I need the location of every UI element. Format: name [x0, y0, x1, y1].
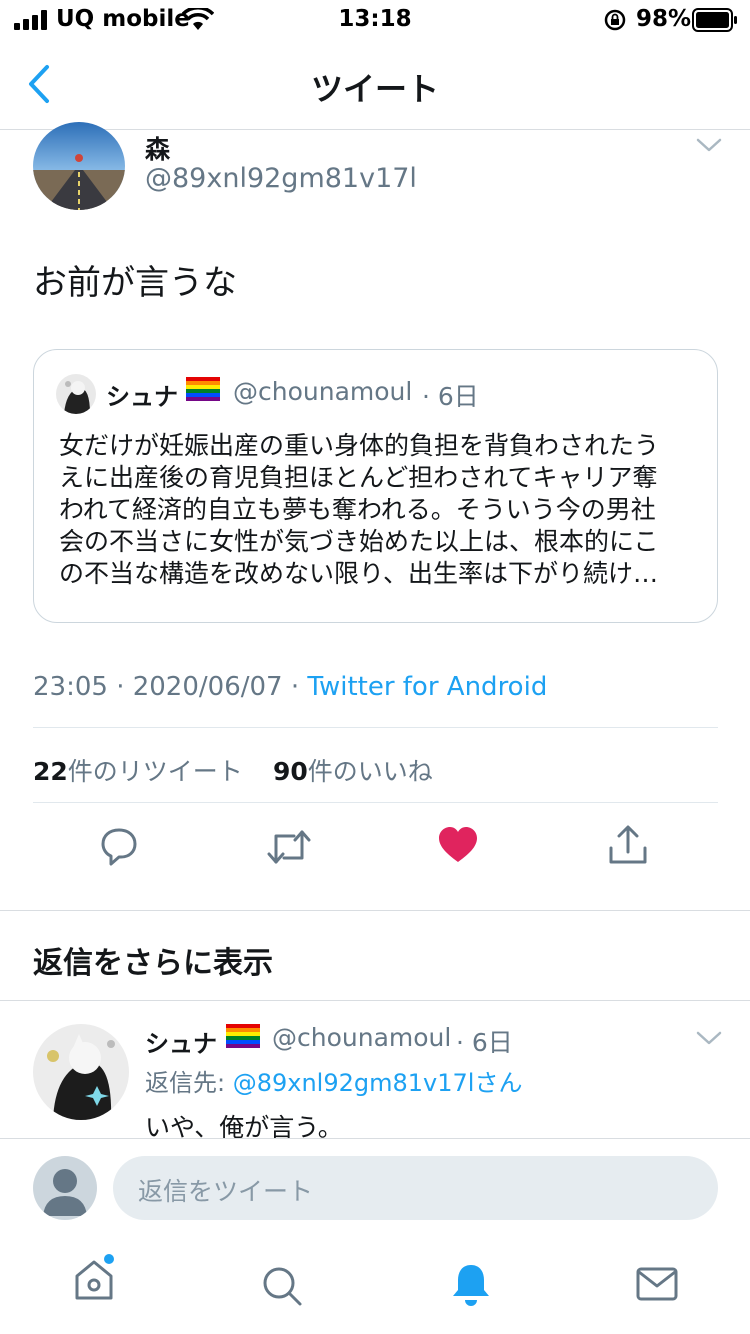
- reply-author-avatar[interactable]: [33, 1024, 129, 1120]
- reply-time: · 6日: [456, 1028, 513, 1057]
- retweet-count: 22: [33, 757, 68, 786]
- battery-percent: 98%: [636, 6, 692, 32]
- rotation-lock-icon: [604, 9, 626, 31]
- reply-tweet-input[interactable]: 返信をツイート: [113, 1156, 718, 1220]
- reply-author-name[interactable]: シュナ: [145, 1024, 217, 1059]
- search-icon[interactable]: [260, 1264, 304, 1308]
- tweet-source-link[interactable]: Twitter for Android: [307, 672, 547, 702]
- quoted-line-2: えに出産後の育児負担ほとんど担わされてキャリア奪: [59, 463, 658, 492]
- section-divider: [0, 910, 750, 911]
- divider: [33, 727, 718, 728]
- reply-input-placeholder: 返信をツイート: [138, 1177, 314, 1206]
- tweet-meta: 23:05 · 2020/06/07 · Twitter for Android: [33, 672, 547, 702]
- page-title: ツイート: [310, 70, 439, 108]
- author-handle[interactable]: @89xnl92gm81v17l: [145, 163, 417, 194]
- author-avatar[interactable]: [33, 122, 125, 210]
- like-stat[interactable]: 90件のいいね: [273, 757, 433, 786]
- tweet-timestamp: 23:05 · 2020/06/07 ·: [33, 672, 308, 702]
- home-icon[interactable]: [72, 1252, 116, 1304]
- quoted-tweet-time: · 6日: [422, 382, 479, 411]
- quoted-line-3: われて経済的自立も夢も奪われる。そういう今の男社: [59, 495, 656, 524]
- rainbow-flag-icon: [186, 377, 220, 407]
- bell-icon[interactable]: [450, 1262, 492, 1308]
- chevron-down-icon[interactable]: [696, 1030, 722, 1046]
- navigation-bar: ツイート: [0, 40, 750, 130]
- author-name[interactable]: 森: [145, 130, 170, 166]
- rainbow-flag-icon: [226, 1024, 260, 1052]
- quoted-line-4: 会の不当さに女性が気づき始めた以上は、根本的にこ: [59, 527, 659, 556]
- section-divider: [0, 1000, 750, 1001]
- reply-to-handle-link[interactable]: @89xnl92gm81v17lさん: [233, 1069, 523, 1097]
- quoted-line-1: 女だけが妊娠出産の重い身体的負担を背負わされたう: [59, 431, 660, 460]
- current-user-avatar[interactable]: [33, 1156, 97, 1220]
- quoted-line-5: の不当な構造を改めない限り、出生率は下がり続け…: [59, 559, 659, 588]
- quoted-author-handle: @chounamoul: [233, 377, 413, 406]
- reply-to-line: 返信先: @89xnl92gm81v17lさん: [145, 1063, 522, 1098]
- retweet-icon[interactable]: [266, 828, 312, 866]
- tweet-stats: 22件のリツイート 90件のいいね: [33, 752, 433, 788]
- chevron-down-icon[interactable]: [696, 137, 722, 153]
- tweet-actions: [0, 820, 750, 880]
- status-bar: UQ mobile 13:18 98%: [0, 0, 750, 40]
- reply-text: いや、俺が言う。: [145, 1113, 343, 1138]
- battery-icon: [692, 8, 737, 32]
- quoted-author-name: シュナ: [106, 383, 178, 411]
- reply-to-prefix: 返信先:: [145, 1069, 233, 1097]
- quoted-tweet-card[interactable]: シュナ @chounamoul · 6日 女だけが妊娠出産の重い身体的負担を背負…: [33, 349, 718, 623]
- retweet-label: 件のリツイート: [67, 757, 243, 786]
- like-label: 件のいいね: [307, 757, 433, 786]
- bottom-tab-bar: [0, 1238, 750, 1334]
- quoted-author-avatar: [56, 374, 96, 414]
- retweet-stat[interactable]: 22件のリツイート: [33, 757, 243, 786]
- show-more-replies-heading[interactable]: 返信をさらに表示: [33, 938, 273, 982]
- tweet-text: お前が言うな: [33, 263, 237, 303]
- reply-author-handle[interactable]: @chounamoul: [272, 1023, 451, 1052]
- mail-icon[interactable]: [636, 1266, 678, 1302]
- reply-comment-icon[interactable]: [99, 826, 139, 866]
- heart-like-icon[interactable]: [438, 826, 478, 864]
- divider: [33, 802, 718, 803]
- share-icon[interactable]: [608, 824, 648, 866]
- like-count: 90: [273, 757, 308, 786]
